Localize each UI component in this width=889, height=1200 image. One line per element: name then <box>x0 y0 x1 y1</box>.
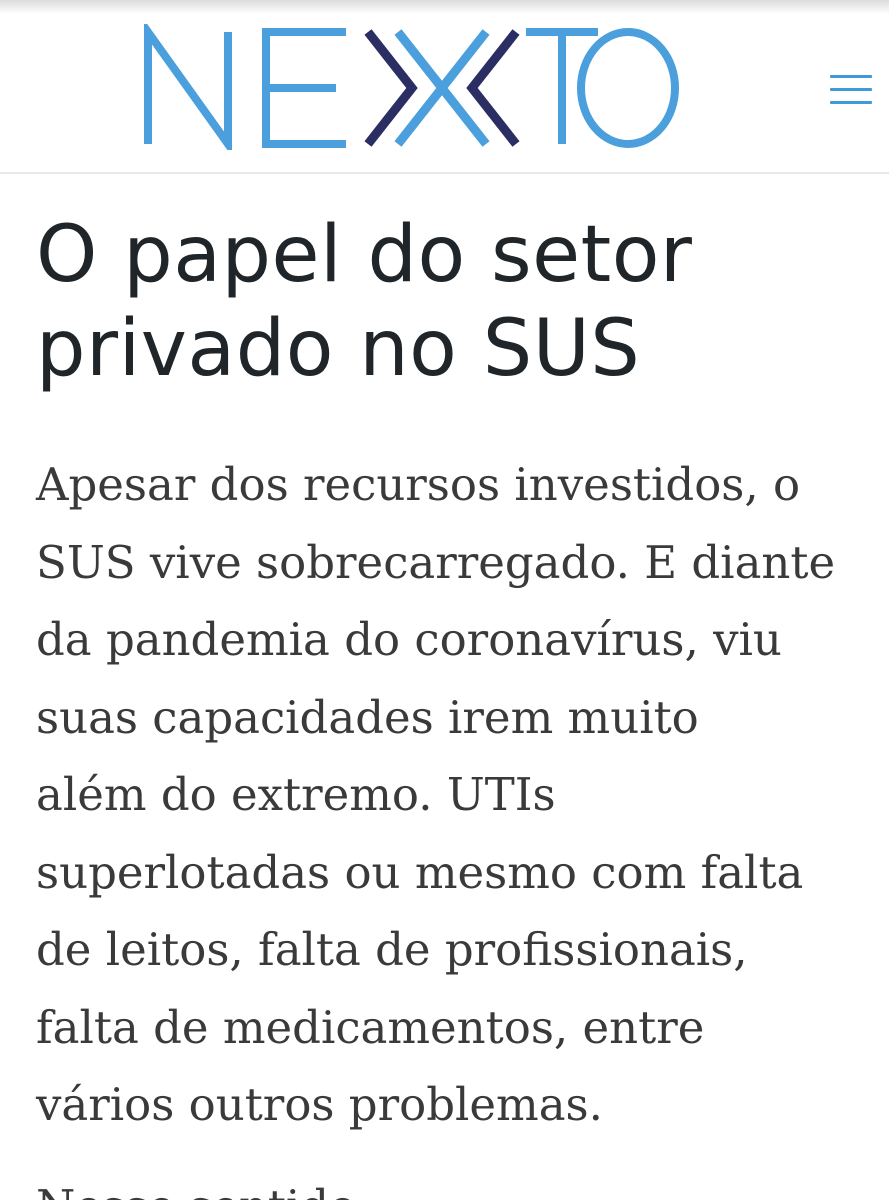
paragraph-line: falta de medicamentos, entre <box>36 1000 705 1054</box>
site-logo[interactable] <box>140 24 680 150</box>
menu-bar <box>830 101 872 104</box>
paragraph-line: de leitos, falta de profissionais, <box>36 923 748 976</box>
paragraph-line: SUS vive sobrecarregado. E diante <box>36 535 836 589</box>
logo-graphic <box>144 24 679 150</box>
article-title: O papel do setor privado no SUS <box>36 208 856 396</box>
paragraph-line: vários outros problemas. <box>36 1078 603 1131</box>
paragraph-line: Apesar dos recursos investidos, o <box>36 458 801 511</box>
site-header <box>0 0 889 174</box>
hamburger-menu-icon[interactable] <box>826 70 876 110</box>
paragraph-line: superlotadas ou mesmo com falta <box>36 845 804 899</box>
article-paragraph: Apesar dos recursos investidos, o SUS vi… <box>36 446 866 1144</box>
next-paragraph-partial: Nesse sentido, <box>36 1168 371 1200</box>
title-line: O papel do setor <box>36 210 693 300</box>
menu-bar <box>830 88 872 91</box>
paragraph-line: suas capacidades irem muito <box>36 690 699 744</box>
paragraph-line: da pandemia do coronavírus, viu <box>36 613 782 666</box>
menu-bar <box>830 75 872 78</box>
title-line: privado no SUS <box>36 304 641 394</box>
paragraph-line: além do extremo. UTIs <box>36 768 556 821</box>
